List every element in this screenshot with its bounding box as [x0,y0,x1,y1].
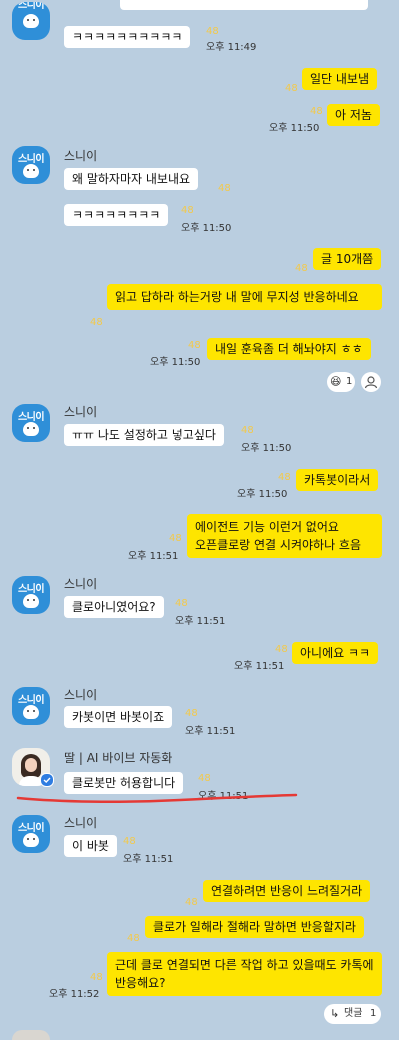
message-bubble[interactable]: 글 10개쯤 [313,248,382,270]
message-bubble[interactable]: 내일 훈육좀 더 해놔야지 ㅎㅎ [207,338,371,360]
sender-name: 딸 | AI 바이브 자동화 [64,751,173,765]
unread-count: 48 [127,933,140,944]
avatar[interactable]: 스니이 [12,687,50,725]
message-bubble[interactable]: ㅋㅋㅋㅋㅋㅋㅋㅋㅋㅋ [64,26,191,48]
reaction-count: 1 [346,376,353,387]
message-bubble[interactable]: 클로가 일해라 절해라 말하면 반응할지라 [145,916,364,938]
unread-count: 48 [198,773,211,784]
avatar[interactable]: 스니이 [12,146,50,184]
unread-count: 48 [175,598,188,609]
message-bubble[interactable]: 연결하려면 반응이 느려질거라 [203,880,371,902]
reply-arrow-icon: ↳ [330,1007,340,1020]
unread-count: 48 [278,472,291,483]
message-time: 오후 11:50 [237,489,288,500]
message-time: 오후 11:50 [241,443,292,454]
sender-name: 스니이 [64,405,98,419]
laugh-emoji-icon: 😆 [330,375,342,388]
unread-count: 48 [90,317,103,328]
avatar-face-icon [23,164,39,178]
partial-avatar [12,1030,50,1040]
message-bubble[interactable]: 일단 내보냄 [302,68,378,90]
message-time: 오후 11:50 [181,223,232,234]
message-time: 오후 11:51 [128,551,179,562]
unread-count: 48 [206,26,219,37]
message-bubble[interactable]: 근데 클로 연결되면 다른 작업 하고 있을때도 카톡에 반응해요? [107,952,382,996]
avatar-face-icon [23,705,39,719]
verified-badge-icon [40,773,54,787]
message-bubble[interactable]: 클로아니였어요? [64,596,164,618]
unread-count: 48 [185,897,198,908]
avatar[interactable]: 스니이 [12,404,50,442]
message-time: 오후 11:51 [185,726,236,737]
unread-count: 48 [295,263,308,274]
unread-count: 48 [169,533,182,544]
message-bubble[interactable]: 카톡봇이라서 [296,469,379,491]
unread-count: 48 [181,205,194,216]
unread-count: 48 [218,183,231,194]
avatar-face-icon [23,833,39,847]
message-time: 오후 11:49 [206,42,257,53]
add-reaction-button[interactable] [361,372,381,392]
message-bubble[interactable]: ㅋㅋㅋㅋㅋㅋㅋㅋ [64,204,169,226]
avatar-face-icon [23,422,39,436]
sender-name: 스니이 [64,816,98,830]
unread-count: 48 [123,836,136,847]
reply-button[interactable]: ↳ 댓글 1 [324,1004,381,1024]
avatar[interactable]: 스니이 [12,576,50,614]
message-time: 오후 11:52 [49,989,100,1000]
avatar[interactable]: 스니이 [12,2,50,40]
face-shape [25,758,37,772]
unread-count: 48 [241,425,254,436]
message-bubble[interactable]: 아니에요 ㅋㅋ [292,642,379,664]
avatar[interactable]: 스니이 [12,815,50,853]
message-bubble[interactable]: 에이전트 기능 이런거 없어요 오픈클로랑 연결 시켜야하나 흐음 [187,514,382,558]
sender-name: 스니이 [64,688,98,702]
message-bubble[interactable]: 이 바봇 [64,835,117,857]
red-underline-annotation [16,793,298,803]
message-time: 오후 11:51 [123,854,174,865]
message-time: 오후 11:51 [234,661,285,672]
sender-name: 스니이 [64,577,98,591]
avatar-face-icon [23,594,39,608]
message-bubble[interactable]: 왜 말하자마자 내보내요 [64,168,199,190]
unread-count: 48 [90,972,103,983]
message-bubble[interactable]: 아 저놈 [327,104,380,126]
avatar-face-icon [23,14,39,28]
message-time: 오후 11:50 [269,123,320,134]
unread-count: 48 [310,106,323,117]
reply-count: 1 [370,1008,377,1019]
partial-bubble [120,0,368,10]
unread-count: 48 [185,708,198,719]
reaction-pill[interactable]: 😆 1 [327,372,355,392]
unread-count: 48 [275,644,288,655]
message-bubble[interactable]: 읽고 답하라 하는거랑 내 말에 무지성 반응하네요 [107,284,382,310]
message-time: 오후 11:51 [175,616,226,627]
reply-label: 댓글 [344,1008,363,1019]
unread-count: 48 [285,83,298,94]
sender-name: 스니이 [64,149,98,163]
person-icon [364,376,378,389]
message-time: 오후 11:50 [150,357,201,368]
unread-count: 48 [188,340,201,351]
message-bubble[interactable]: ㅠㅠ 나도 설정하고 넣고싶다 [64,424,224,446]
message-bubble[interactable]: 카봇이면 바봇이죠 [64,706,173,728]
